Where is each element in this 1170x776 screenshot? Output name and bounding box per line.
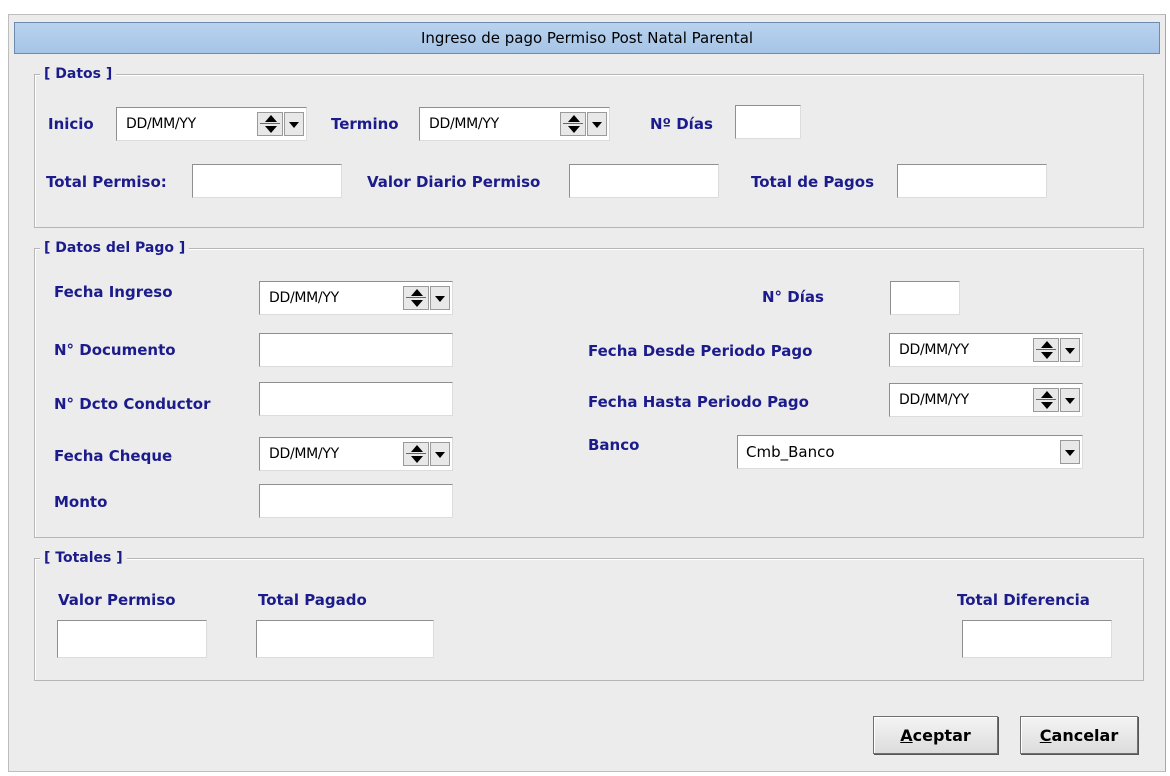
fecha-hasta-label: Fecha Hasta Periodo Pago [588, 393, 809, 411]
n-dias-label: Nº Días [650, 115, 713, 133]
fecha-desde-spin-icon[interactable] [1033, 338, 1059, 362]
banco-combobox[interactable]: Cmb_Banco [737, 435, 1083, 469]
fecha-desde-date-picker[interactable]: DD/MM/YY [889, 333, 1083, 367]
inicio-chevron-down-icon[interactable] [284, 112, 304, 136]
inicio-label: Inicio [48, 115, 94, 133]
fecha-ingreso-spin-icon[interactable] [403, 286, 429, 310]
inicio-spin-icon[interactable] [257, 112, 283, 136]
inicio-date-value: DD/MM/YY [126, 116, 196, 132]
aceptar-label-rest: ceptar [912, 725, 971, 745]
pago-n-dias-input[interactable] [890, 281, 960, 315]
datos-group: [ Datos ] [34, 64, 1144, 228]
valor-diario-label: Valor Diario Permiso [367, 173, 541, 191]
n-dias-input[interactable] [735, 105, 801, 139]
termino-date-picker[interactable]: DD/MM/YY [419, 107, 610, 141]
valor-diario-input[interactable] [569, 164, 719, 198]
fecha-desde-chevron-down-icon[interactable] [1060, 338, 1080, 362]
n-documento-label: N° Documento [54, 341, 176, 359]
n-documento-input[interactable] [259, 333, 453, 367]
termino-spin-icon[interactable] [560, 112, 586, 136]
cancelar-label-rest: ancelar [1051, 725, 1119, 745]
datos-legend: [ Datos ] [40, 64, 117, 84]
cancelar-button[interactable]: Cancelar [1020, 716, 1138, 754]
fecha-hasta-spin-icon[interactable] [1033, 388, 1059, 412]
banco-label: Banco [588, 436, 640, 454]
fecha-cheque-date-picker[interactable]: DD/MM/YY [259, 437, 453, 471]
fecha-hasta-date-picker[interactable]: DD/MM/YY [889, 383, 1083, 417]
total-permiso-label: Total Permiso: [46, 173, 167, 191]
aceptar-button[interactable]: Aceptar [873, 716, 998, 754]
fecha-ingreso-chevron-down-icon[interactable] [430, 286, 450, 310]
fecha-ingreso-value: DD/MM/YY [269, 290, 339, 306]
valor-permiso-label: Valor Permiso [58, 591, 176, 609]
banco-value: Cmb_Banco [746, 443, 835, 461]
cancelar-hotkey: C [1039, 725, 1052, 745]
datos-pago-legend: [ Datos del Pago ] [40, 238, 190, 258]
total-pagos-input[interactable] [897, 164, 1047, 198]
termino-label: Termino [331, 115, 399, 133]
pago-n-dias-label: N° Días [762, 288, 824, 306]
fecha-cheque-value: DD/MM/YY [269, 446, 339, 462]
termino-date-value: DD/MM/YY [429, 116, 499, 132]
fecha-cheque-chevron-down-icon[interactable] [430, 442, 450, 466]
fecha-desde-value: DD/MM/YY [899, 342, 969, 358]
monto-label: Monto [54, 493, 108, 511]
termino-chevron-down-icon[interactable] [587, 112, 607, 136]
title-bar: Ingreso de pago Permiso Post Natal Paren… [14, 22, 1160, 54]
total-pagos-label: Total de Pagos [751, 173, 875, 191]
banco-chevron-down-icon[interactable] [1060, 440, 1080, 464]
total-diferencia-input[interactable] [962, 620, 1112, 658]
fecha-hasta-value: DD/MM/YY [899, 392, 969, 408]
monto-input[interactable] [259, 484, 453, 518]
total-pagado-label: Total Pagado [258, 591, 367, 609]
inicio-date-picker[interactable]: DD/MM/YY [116, 107, 307, 141]
total-permiso-input[interactable] [192, 164, 342, 198]
n-dcto-conductor-label: N° Dcto Conductor [54, 395, 211, 413]
totales-legend: [ Totales ] [40, 548, 127, 568]
fecha-cheque-label: Fecha Cheque [54, 447, 173, 465]
total-diferencia-label: Total Diferencia [957, 591, 1090, 609]
fecha-ingreso-date-picker[interactable]: DD/MM/YY [259, 281, 453, 315]
fecha-cheque-spin-icon[interactable] [403, 442, 429, 466]
valor-permiso-input[interactable] [57, 620, 207, 658]
fecha-hasta-chevron-down-icon[interactable] [1060, 388, 1080, 412]
total-pagado-input[interactable] [256, 620, 434, 658]
fecha-ingreso-label: Fecha Ingreso [54, 283, 173, 301]
fecha-desde-label: Fecha Desde Periodo Pago [588, 342, 813, 360]
window-title: Ingreso de pago Permiso Post Natal Paren… [420, 29, 754, 47]
aceptar-hotkey: A [900, 725, 913, 745]
n-dcto-conductor-input[interactable] [259, 382, 453, 416]
